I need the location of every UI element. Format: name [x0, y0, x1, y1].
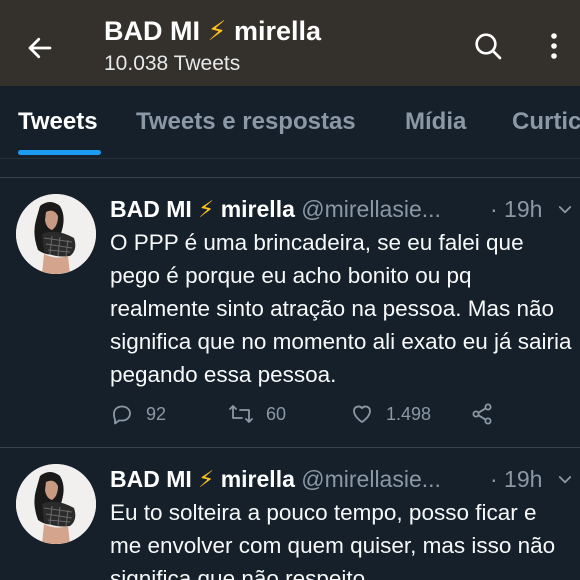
tweet-count: 10.038 Tweets — [104, 52, 241, 75]
search-button[interactable] — [470, 28, 506, 64]
tab-likes[interactable]: Curtic — [512, 108, 580, 136]
like-count: 1.498 — [386, 403, 432, 424]
tweet-author-handle[interactable]: @mirellasie... — [301, 466, 441, 492]
tweet-author-name[interactable]: BAD MI ⚡ mirella — [110, 196, 295, 222]
share-button[interactable] — [470, 402, 494, 426]
tweet-header: BAD MI ⚡ mirella @mirellasie... — [110, 466, 441, 493]
section-divider — [0, 158, 580, 178]
lightning-emoji: ⚡ — [198, 196, 215, 222]
profile-header: BAD MI ⚡ mirella 10.038 Tweets — [0, 0, 580, 86]
tweet-author-name[interactable]: BAD MI ⚡ mirella — [110, 466, 295, 492]
lightning-emoji: ⚡ — [198, 466, 215, 492]
tweet-author-handle[interactable]: @mirellasie... — [301, 196, 441, 222]
lightning-emoji: ⚡ — [207, 16, 227, 46]
search-icon — [475, 33, 502, 60]
retweet-button[interactable]: 60 — [228, 402, 286, 426]
tweet-text: Eu to solteira a pouco tempo, posso fica… — [110, 500, 556, 580]
more-button[interactable] — [540, 28, 568, 64]
tweet-header: BAD MI ⚡ mirella @mirellasie... — [110, 196, 441, 223]
like-button[interactable]: 1.498 — [350, 402, 431, 426]
reply-icon — [113, 405, 131, 425]
tab-tweets[interactable]: Tweets — [18, 108, 98, 136]
avatar[interactable] — [16, 464, 96, 544]
more-vertical-icon — [551, 33, 557, 59]
tweet-time[interactable]: · 19h — [490, 466, 542, 493]
tweet[interactable]: BAD MI ⚡ mirella @mirellasie... · 19h Eu… — [0, 448, 580, 580]
active-tab-indicator — [18, 150, 101, 155]
avatar[interactable] — [16, 194, 96, 274]
tweet-menu-button[interactable] — [555, 200, 575, 220]
share-icon — [472, 403, 492, 425]
reply-count: 92 — [146, 403, 167, 424]
tweet-time[interactable]: · 19h — [490, 196, 542, 223]
chevron-down-icon — [558, 476, 572, 484]
back-arrow-icon — [28, 37, 52, 59]
avatar-image — [16, 464, 96, 544]
tab-media[interactable]: Mídia — [405, 108, 466, 136]
back-button[interactable] — [22, 30, 58, 66]
tab-tweets-and-replies[interactable]: Tweets e respostas — [136, 108, 356, 136]
profile-name: BAD MI ⚡ mirella — [104, 16, 322, 46]
tweet-actions: 92 60 1.498 — [110, 402, 510, 432]
retweet-count: 60 — [266, 403, 287, 424]
tweet-menu-button[interactable] — [555, 470, 575, 490]
chevron-down-icon — [558, 206, 572, 214]
like-icon — [353, 405, 371, 423]
reply-button[interactable]: 92 — [110, 402, 166, 426]
retweet-icon — [229, 405, 253, 423]
tweet-text: O PPP é uma brincadeira, se eu falei que… — [110, 230, 572, 387]
avatar-image — [16, 194, 96, 274]
profile-tabs: Tweets Tweets e respostas Mídia Curtic — [0, 86, 580, 158]
tweet[interactable]: BAD MI ⚡ mirella @mirellasie... · 19h O … — [0, 178, 580, 448]
